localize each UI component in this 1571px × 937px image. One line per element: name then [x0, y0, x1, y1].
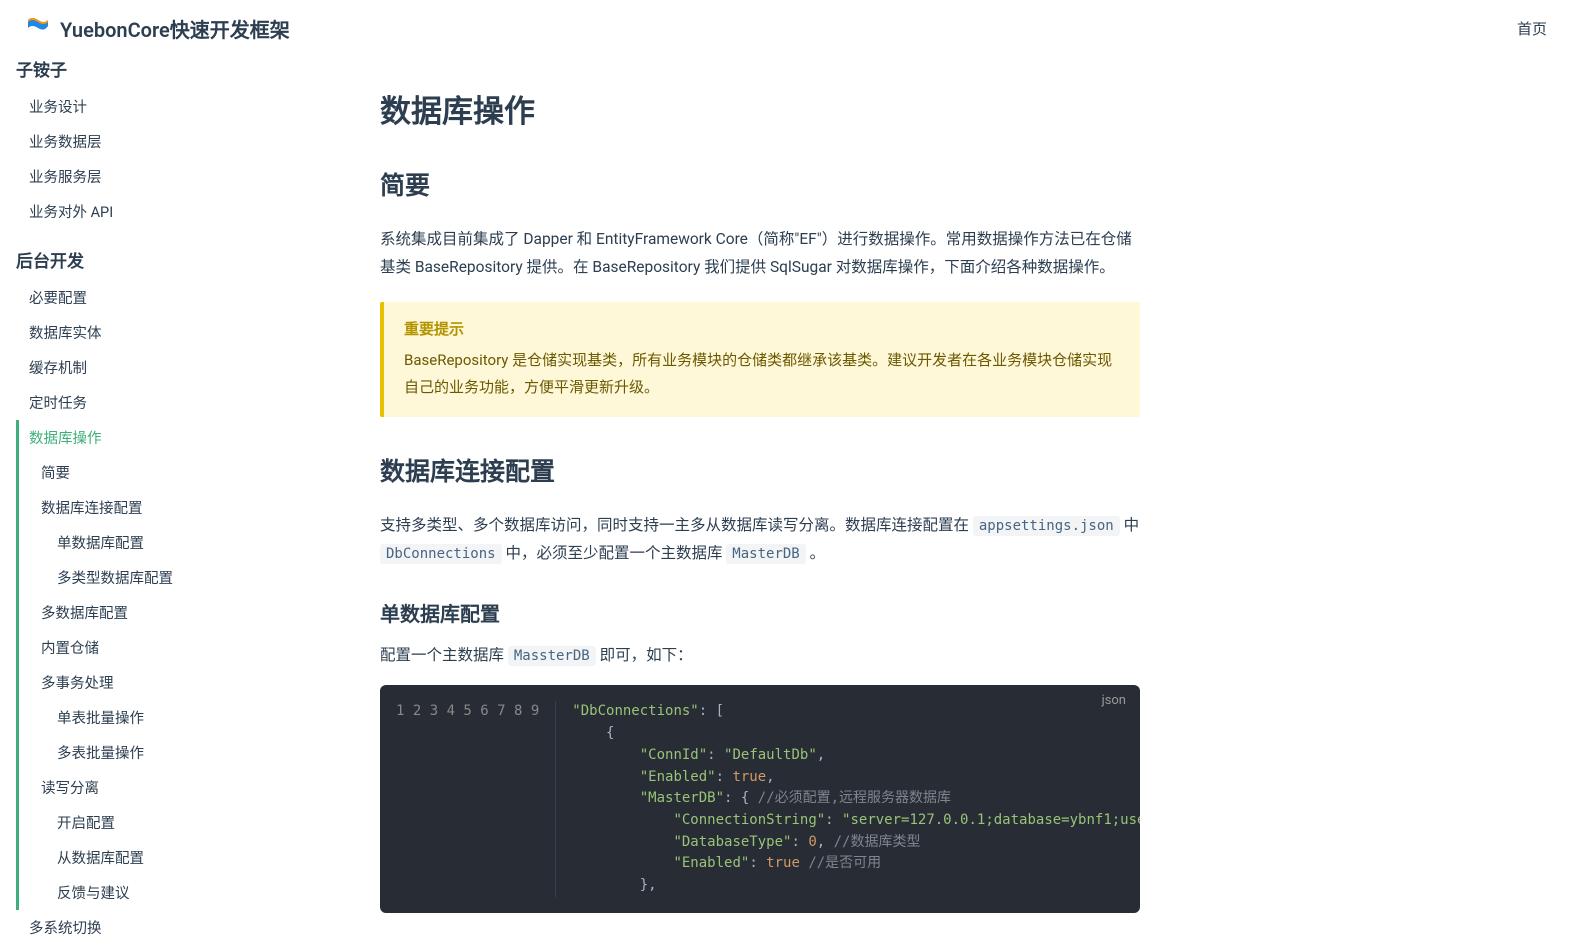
tip-content: BaseRepository 是仓储实现基类，所有业务模块的仓储类都继承该基类。…: [404, 347, 1120, 401]
section-db-config: 数据库连接配置: [380, 452, 1140, 494]
sidebar-item[interactable]: 多系统切换: [16, 910, 296, 937]
logo-icon: [24, 12, 52, 44]
sidebar-item[interactable]: 简要: [16, 455, 296, 490]
sidebar-item[interactable]: 缓存机制: [16, 350, 296, 385]
line-numbers: 1 2 3 4 5 6 7 8 9: [380, 701, 556, 896]
sidebar-item[interactable]: 读写分离: [16, 770, 296, 805]
section-brief: 简要: [380, 166, 1140, 208]
sidebar-item[interactable]: 单表批量操作: [16, 700, 296, 735]
code-massterdb: MassterDB: [508, 646, 596, 666]
brand-title: YuebonCore快速开发框架: [60, 14, 290, 43]
sidebar-item[interactable]: 业务服务层: [16, 159, 296, 194]
single-db-paragraph: 配置一个主数据库 MassterDB 即可，如下：: [380, 642, 1140, 670]
code-lines: "DbConnections": [ { "ConnId": "DefaultD…: [556, 701, 1140, 896]
section-single-db: 单数据库配置: [380, 598, 1140, 627]
header: YuebonCore快速开发框架 首页: [0, 0, 1571, 56]
nav-home-link[interactable]: 首页: [1517, 20, 1547, 38]
sidebar-item[interactable]: 业务数据层: [16, 124, 296, 159]
code-masterdb: MasterDB: [726, 544, 805, 564]
code-appsettings: appsettings.json: [973, 516, 1120, 536]
tip-title: 重要提示: [404, 318, 1120, 339]
sidebar-item[interactable]: 内置仓储: [16, 630, 296, 665]
sidebar-item[interactable]: 数据库操作: [16, 420, 296, 455]
brand[interactable]: YuebonCore快速开发框架: [24, 12, 290, 44]
sidebar[interactable]: 子铵子业务设计业务数据层业务服务层业务对外 API 后台开发必要配置数据库实体缓存…: [0, 56, 300, 937]
sidebar-item[interactable]: 数据库连接配置: [16, 490, 296, 525]
sidebar-item[interactable]: 从数据库配置: [16, 840, 296, 875]
sidebar-item[interactable]: 数据库实体: [16, 315, 296, 350]
sidebar-item[interactable]: 多表批量操作: [16, 735, 296, 770]
nav-right: 首页: [1517, 18, 1547, 39]
code-block: json 1 2 3 4 5 6 7 8 9 "DbConnections": …: [380, 685, 1140, 912]
sidebar-item[interactable]: 多事务处理: [16, 665, 296, 700]
sidebar-partial-title: 子铵子: [16, 56, 296, 81]
sidebar-item[interactable]: 单数据库配置: [16, 525, 296, 560]
main-content: 数据库操作 简要 系统集成目前集成了 Dapper 和 EntityFramew…: [300, 56, 1200, 937]
sidebar-item[interactable]: 必要配置: [16, 280, 296, 315]
sidebar-item[interactable]: 反馈与建议: [16, 875, 296, 910]
page-title: 数据库操作: [380, 86, 1140, 131]
sidebar-item[interactable]: 开启配置: [16, 805, 296, 840]
sidebar-item[interactable]: 业务设计: [16, 89, 296, 124]
sidebar-item[interactable]: 多数据库配置: [16, 595, 296, 630]
sidebar-item[interactable]: 定时任务: [16, 385, 296, 420]
tip-block: 重要提示 BaseRepository 是仓储实现基类，所有业务模块的仓储类都继…: [380, 302, 1140, 417]
code-dbconnections: DbConnections: [380, 544, 502, 564]
db-config-paragraph: 支持多类型、多个数据库访问，同时支持一主多从数据库读写分离。数据库连接配置在 a…: [380, 512, 1140, 568]
sidebar-item[interactable]: 业务对外 API: [16, 194, 296, 229]
brief-paragraph: 系统集成目前集成了 Dapper 和 EntityFramework Core（…: [380, 226, 1140, 282]
code-lang-label: json: [1102, 693, 1126, 708]
sidebar-section-backend: 后台开发: [16, 247, 296, 272]
sidebar-item[interactable]: 多类型数据库配置: [16, 560, 296, 595]
